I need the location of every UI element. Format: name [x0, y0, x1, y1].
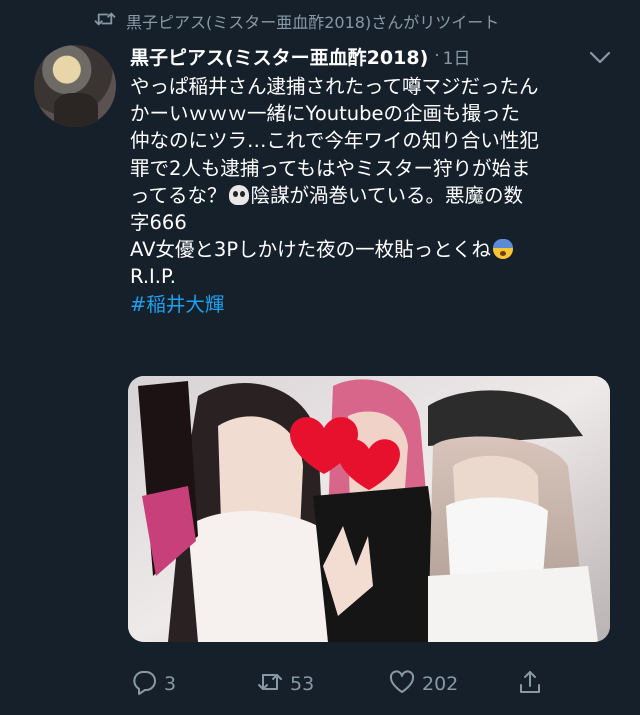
tweet-timestamp[interactable]: 1日 [443, 44, 471, 69]
reply-icon [130, 668, 158, 701]
tweet-actions: 3 53 202 [130, 666, 610, 702]
tweet-text-line: かーいｗｗｗ一緒にYoutubeの企画も撮った [130, 102, 520, 126]
share-icon [516, 668, 544, 701]
separator-dot: · [434, 46, 440, 66]
tweet-text: やっぱ稲井さん逮捕されたって噂マジだったん かーいｗｗｗ一緒にYoutubeの企… [130, 73, 615, 318]
tweet-text-fragment: ってるな？ [130, 183, 227, 207]
author-name[interactable]: 黒子ピアス(ミスター亜血酢2018) [130, 43, 428, 70]
retweet-icon [256, 668, 284, 701]
retweet-count: 53 [290, 673, 315, 695]
tweet-photo[interactable] [128, 376, 610, 642]
share-button[interactable] [516, 666, 544, 702]
retweet-banner[interactable]: 黒子ピアス(ミスター亜血酢2018)さんがリツイート [94, 10, 499, 32]
tweet-text-line: R.I.P. [130, 265, 176, 289]
tweet-text-line: 仲なのにツラ…これで今年ワイの知り合い性犯 [130, 129, 539, 153]
like-button[interactable]: 202 [388, 666, 458, 702]
tweet-text-line: やっぱ稲井さん逮捕されたって噂マジだったん [130, 75, 539, 98]
tweet-text-fragment: AV女優と3Pしかけた夜の一枚貼っとくね [130, 238, 492, 262]
tweet-text-line: 字666 [130, 211, 187, 235]
skull-emoji [228, 184, 249, 205]
like-count: 202 [422, 673, 459, 695]
hashtag-link[interactable]: #稲井大輝 [130, 291, 615, 318]
tweet-text-fragment: 陰謀が渦巻いている。悪魔の数 [250, 183, 523, 207]
retweet-banner-text: 黒子ピアス(ミスター亜血酢2018)さんがリツイート [126, 13, 500, 32]
tweet-text-line-with-emoji: ってるな？ 陰謀が渦巻いている。悪魔の数 [130, 182, 615, 209]
tweet-text-line: 罪で2人も逮捕ってもはやミスター狩りが始ま [130, 156, 531, 180]
avatar[interactable] [34, 45, 116, 127]
chevron-down-icon[interactable] [586, 48, 614, 68]
reply-button[interactable]: 3 [130, 666, 176, 702]
retweet-button[interactable]: 53 [256, 666, 314, 702]
retweet-icon [94, 10, 116, 32]
reply-count: 3 [164, 673, 177, 695]
tweet-text-line-with-emoji: AV女優と3Pしかけた夜の一枚貼っとくね [130, 236, 615, 263]
fearful-face-emoji [493, 239, 514, 260]
heart-icon [388, 668, 416, 701]
tweet-header: 黒子ピアス(ミスター亜血酢2018) · 1日 [130, 42, 570, 70]
